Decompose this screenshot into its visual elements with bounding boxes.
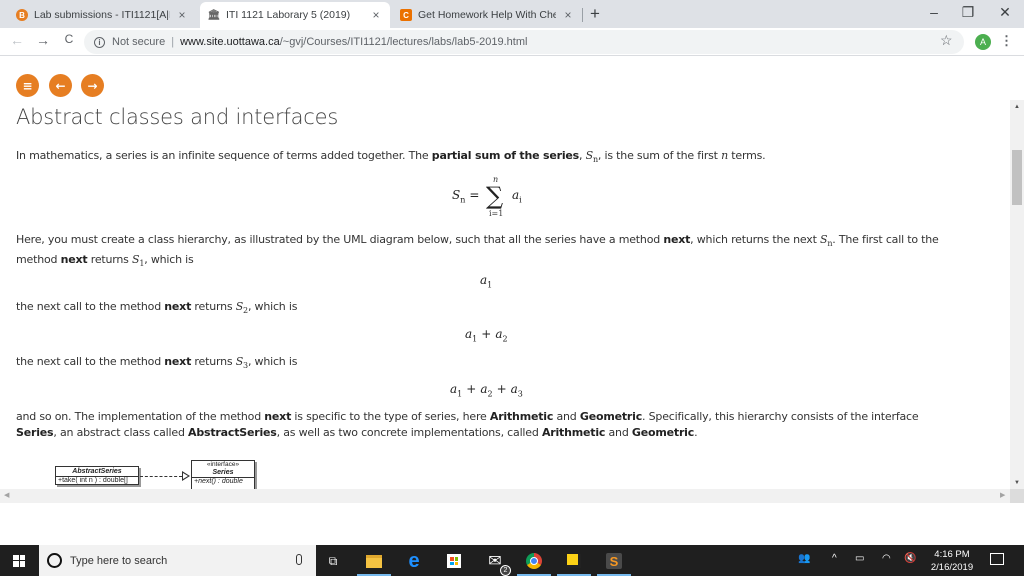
forward-button[interactable]: →: [34, 32, 52, 48]
close-tab-icon[interactable]: ×: [562, 8, 574, 22]
uml-series-interface: «interface» Series +next() : double: [191, 460, 255, 489]
battery-icon[interactable]: ▭: [855, 553, 864, 564]
microphone-icon[interactable]: [296, 554, 302, 565]
info-icon[interactable]: i: [94, 36, 105, 48]
uml-abstract-series-class: AbstractSeries +take( int n ) : double[]: [55, 466, 139, 485]
address-bar[interactable]: i Not secure | www.site.uottawa.ca/~gvj/…: [84, 30, 964, 54]
volume-muted-icon[interactable]: 🔇: [904, 553, 916, 564]
scroll-left-arrow-icon[interactable]: ◀: [4, 491, 9, 499]
start-button[interactable]: [0, 545, 38, 576]
s3-paragraph: the next call to the method next returns…: [16, 355, 298, 371]
close-window-button[interactable]: ✕: [995, 4, 1015, 21]
show-hidden-icons-chevron[interactable]: ^: [832, 553, 837, 564]
browser-toolbar: ← → C i Not secure | www.site.uottawa.ca…: [0, 28, 1024, 56]
horizontal-scrollbar[interactable]: ◀ ▶: [0, 489, 1024, 503]
tab-title: ITI 1121 Laborary 5 (2019): [226, 9, 351, 21]
equation-s1: a1: [480, 273, 493, 290]
cortana-icon[interactable]: [47, 553, 62, 568]
url-path: /~gvj/Courses/ITI1121/lectures/labs/lab5…: [279, 36, 528, 48]
tab-chegg[interactable]: C Get Homework Help With Chegg ×: [392, 2, 582, 28]
tab-lab5[interactable]: 🏛 ITI 1121 Laborary 5 (2019) ×: [200, 2, 390, 28]
vertical-scroll-thumb[interactable]: [1012, 150, 1022, 205]
omnibox-divider: |: [171, 36, 175, 48]
next-page-button[interactable]: →: [81, 74, 104, 97]
summation-term: ai: [512, 188, 522, 205]
partial-sum-lhs: Sn =: [452, 188, 480, 205]
browser-menu-icon[interactable]: ⋮: [1000, 33, 1013, 49]
s2-paragraph: the next call to the method next returns…: [16, 300, 298, 316]
tab-strip: B Lab submissions - ITI1121[A|B|C] × 🏛 I…: [0, 0, 1024, 28]
vertical-scrollbar[interactable]: ▲ ▼: [1010, 100, 1024, 490]
reload-button[interactable]: C: [60, 32, 78, 46]
back-button[interactable]: ←: [8, 32, 26, 48]
university-building-icon: 🏛: [207, 9, 221, 21]
minimize-button[interactable]: –: [924, 4, 944, 20]
taskbar-search-box[interactable]: Type here to search: [39, 545, 316, 576]
mail-icon[interactable]: ✉ 2: [485, 551, 511, 576]
implementation-paragraph: and so on. The implementation of the met…: [16, 410, 919, 439]
url-host: www.site.uottawa.ca: [180, 36, 280, 48]
tab-title: Get Homework Help With Chegg: [418, 9, 556, 21]
scroll-down-arrow-icon[interactable]: ▼: [1010, 480, 1024, 486]
store-icon[interactable]: [444, 551, 464, 571]
equation-s3: a1 + a2 + a3: [450, 382, 523, 399]
chegg-icon: C: [400, 9, 412, 21]
wifi-icon[interactable]: ◠: [882, 553, 891, 564]
people-icon[interactable]: 👥: [798, 553, 810, 564]
security-label: Not secure: [112, 36, 166, 48]
uml-realization-line: [140, 476, 182, 477]
scroll-up-arrow-icon[interactable]: ▲: [1010, 104, 1024, 110]
uml-interface-name: Series: [192, 468, 254, 478]
blank-area: [0, 503, 1024, 545]
uml-class-name: AbstractSeries: [56, 467, 138, 477]
action-center-icon[interactable]: [990, 553, 1004, 565]
brightspace-icon: B: [16, 9, 28, 21]
sublime-text-icon[interactable]: S: [597, 551, 631, 576]
task-view-icon[interactable]: ⧉: [323, 551, 343, 571]
summation: n ∑ i=1: [486, 175, 504, 218]
file-explorer-icon[interactable]: [357, 551, 391, 576]
bookmark-star-icon[interactable]: ☆: [940, 32, 953, 49]
scrollbar-corner: [1010, 489, 1024, 503]
new-tab-button[interactable]: +: [590, 4, 600, 24]
intro-paragraph: In mathematics, a series is an infinite …: [16, 149, 766, 165]
clock-date: 2/16/2019: [930, 562, 974, 573]
close-tab-icon[interactable]: ×: [370, 8, 382, 22]
hierarchy-paragraph: Here, you must create a class hierarchy,…: [16, 233, 939, 269]
chrome-icon[interactable]: [517, 551, 551, 576]
tab-lab-submissions[interactable]: B Lab submissions - ITI1121[A|B|C] ×: [8, 2, 196, 28]
close-tab-icon[interactable]: ×: [176, 8, 188, 22]
clock-time: 4:16 PM: [934, 549, 970, 560]
sigma-symbol: ∑: [486, 182, 504, 210]
scroll-right-arrow-icon[interactable]: ▶: [1000, 491, 1005, 499]
previous-page-button[interactable]: ←: [49, 74, 72, 97]
profile-avatar[interactable]: A: [975, 34, 991, 50]
sticky-notes-icon[interactable]: [557, 551, 591, 576]
edge-icon[interactable]: e: [404, 550, 424, 572]
uml-stereotype: «interface»: [206, 461, 240, 468]
windows-logo-icon: [13, 554, 25, 567]
system-clock[interactable]: 4:16 PM 2/16/2019: [920, 548, 984, 574]
page-content: ≡ ← → Abstract classes and interfaces In…: [0, 57, 1010, 489]
uml-arrowhead-fill: [183, 473, 188, 479]
tab-separator: [582, 8, 583, 22]
menu-button[interactable]: ≡: [16, 74, 39, 97]
uml-method: +take( int n ) : double[]: [58, 477, 128, 484]
restore-button[interactable]: ❐: [958, 4, 978, 21]
windows-taskbar: Type here to search ⧉ e ✉ 2 S 👥 ^ ▭ ◠ 🔇 …: [0, 545, 1024, 576]
equation-s2: a1 + a2: [465, 327, 508, 344]
mail-badge: 2: [500, 565, 511, 576]
tab-title: Lab submissions - ITI1121[A|B|C]: [34, 9, 170, 21]
search-placeholder: Type here to search: [70, 554, 168, 567]
page-title: Abstract classes and interfaces: [16, 105, 339, 129]
uml-method: +next() : double: [194, 478, 243, 485]
